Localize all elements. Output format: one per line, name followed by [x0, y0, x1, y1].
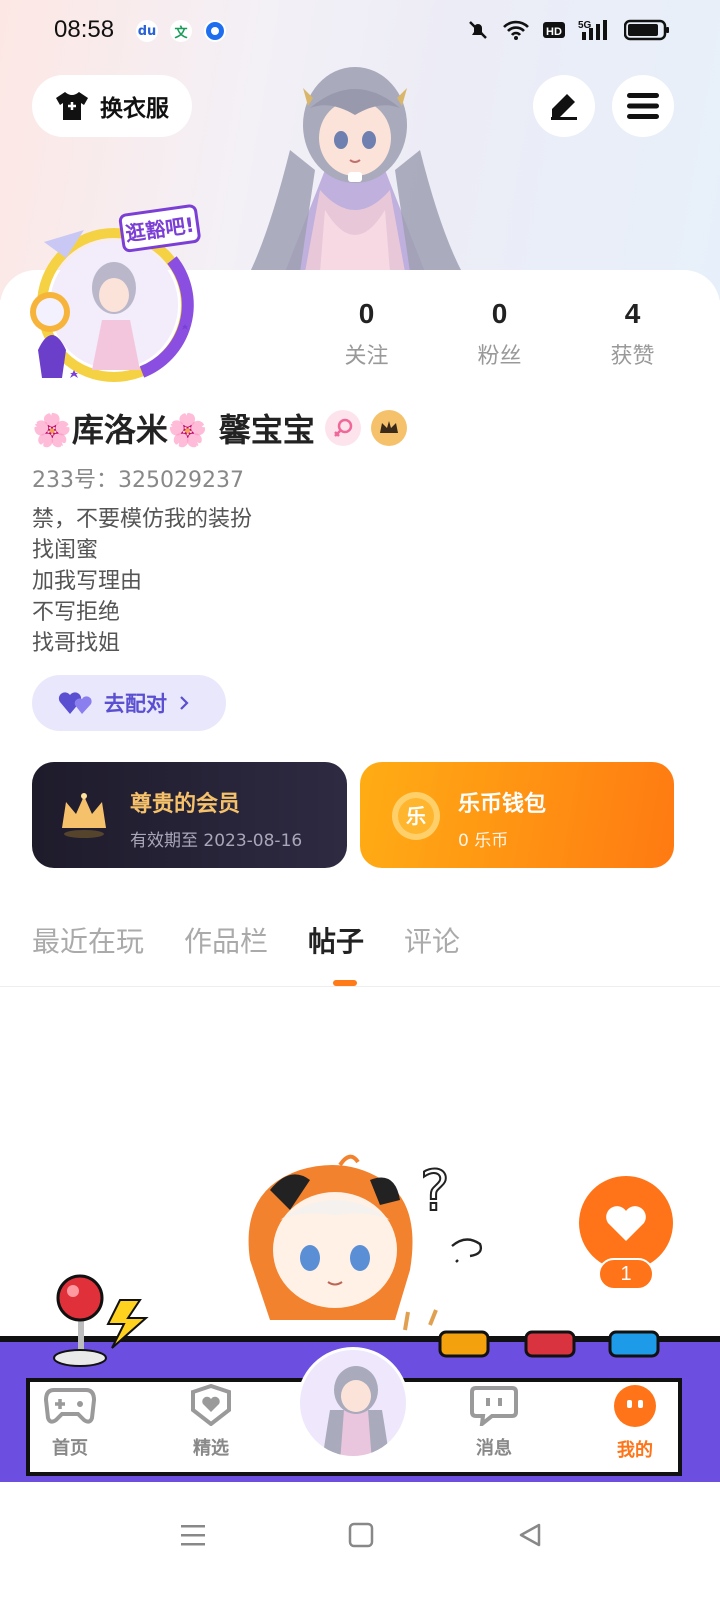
coin-wallet-card[interactable]: 乐 乐币钱包 0 乐币	[360, 762, 674, 868]
tab-works[interactable]: 作品栏	[184, 920, 268, 960]
profile-face-icon	[614, 1385, 656, 1427]
avatar-frame[interactable]: 逛豁吧!	[22, 200, 202, 390]
back-button[interactable]	[510, 1515, 550, 1555]
recent-apps-icon	[181, 1525, 205, 1546]
home-square-icon	[348, 1522, 374, 1548]
nav-home-label: 首页	[52, 1438, 88, 1459]
hd-icon: HD	[543, 22, 565, 38]
like-button[interactable]	[579, 1176, 673, 1270]
back-triangle-icon	[519, 1523, 541, 1547]
wallet-card-balance: 0 乐币	[458, 831, 509, 851]
go-pair-label: 去配对	[104, 692, 167, 716]
baidu-icon: du	[136, 20, 158, 42]
nav-me[interactable]: 我的	[595, 1384, 675, 1462]
tab-posts[interactable]: 帖子	[308, 920, 364, 960]
nav-me-label: 我的	[617, 1440, 653, 1461]
vip-card-expiry: 有效期至 2023-08-16	[130, 831, 303, 851]
signal-5g-icon: 5G	[578, 20, 607, 40]
username: 🌸库洛米🌸 馨宝宝	[32, 411, 315, 449]
home-button[interactable]	[341, 1515, 381, 1555]
nav-featured-label: 精选	[193, 1438, 229, 1459]
avatar-3d-character[interactable]	[230, 60, 480, 272]
edit-button[interactable]	[533, 75, 595, 137]
stat-likes-value: 4	[624, 298, 641, 329]
bio-line: 禁，不要模仿我的装扮	[32, 507, 253, 532]
coin-glyph: 乐	[406, 804, 426, 828]
wen-icon: 文	[170, 20, 192, 42]
tab-recently-played[interactable]: 最近在玩	[32, 920, 144, 960]
stat-following[interactable]: 0 关注	[300, 298, 433, 370]
stat-following-value: 0	[358, 298, 375, 329]
heart-box-icon	[191, 1383, 231, 1427]
heart-icon	[606, 1206, 646, 1241]
bio-line: 加我写理由	[32, 569, 143, 594]
tabs-divider	[0, 986, 720, 987]
mute-bell-icon	[469, 21, 487, 39]
bio: 禁，不要模仿我的装扮 找闺蜜 加我写理由 不写拒绝 找哥找姐	[32, 504, 252, 659]
double-heart-icon	[58, 692, 92, 714]
gold-crown-icon	[62, 793, 106, 838]
browser-icon	[204, 20, 226, 42]
bio-line: 找哥找姐	[32, 631, 121, 656]
status-time: 08:58	[54, 16, 115, 43]
username-row: 🌸库洛米🌸 馨宝宝	[32, 405, 407, 451]
svg-text:HD: HD	[546, 26, 562, 38]
stat-likes[interactable]: 4 获赞	[566, 298, 699, 370]
nav-featured[interactable]: 精选	[171, 1383, 251, 1460]
change-outfit-label: 换衣服	[100, 96, 169, 122]
wallet-card-title: 乐币钱包	[458, 792, 547, 817]
change-outfit-button[interactable]: 换衣服	[32, 75, 192, 137]
wifi-icon	[503, 20, 529, 40]
status-indicators: HD 5G	[466, 18, 670, 42]
nav-home[interactable]: 首页	[30, 1384, 110, 1460]
vip-card-title: 尊贵的会员	[130, 792, 241, 817]
message-icon	[470, 1386, 518, 1429]
stat-followers-label: 粉丝	[477, 344, 522, 369]
female-icon	[324, 410, 361, 446]
stat-followers[interactable]: 0 粉丝	[433, 298, 566, 370]
nav-avatar-center[interactable]	[297, 1347, 409, 1459]
user-id: 233号：325029237	[32, 468, 244, 493]
bio-line: 不写拒绝	[32, 600, 121, 625]
crown-icon	[370, 410, 407, 446]
stat-followers-value: 0	[491, 298, 508, 329]
tshirt-icon	[56, 92, 88, 120]
bio-line: 找闺蜜	[32, 538, 99, 563]
tab-comments[interactable]: 评论	[404, 920, 460, 960]
battery-icon	[624, 19, 669, 41]
menu-button[interactable]	[612, 75, 674, 137]
nav-messages-label: 消息	[476, 1438, 512, 1459]
pencil-icon	[551, 94, 577, 120]
go-pair-button[interactable]: 去配对	[32, 675, 226, 731]
hamburger-menu-icon	[627, 93, 659, 119]
nav-messages[interactable]: 消息	[454, 1384, 534, 1460]
coin-icon: 乐	[392, 792, 440, 840]
svg-text:?: ?	[420, 1159, 450, 1224]
gamepad-icon	[43, 1388, 97, 1424]
content-tabs: 最近在玩 作品栏 帖子 评论	[32, 920, 460, 960]
stat-following-label: 关注	[344, 344, 389, 369]
status-bar: 08:58 du 文 HD 5G	[0, 0, 720, 64]
stat-likes-label: 获赞	[610, 344, 655, 369]
chevron-right-icon	[180, 696, 189, 710]
profile-stats: 0 关注 0 粉丝 4 获赞	[300, 298, 700, 370]
vip-member-card[interactable]: 尊贵的会员 有效期至 2023-08-16	[32, 762, 347, 868]
recent-apps-button[interactable]	[173, 1515, 213, 1555]
